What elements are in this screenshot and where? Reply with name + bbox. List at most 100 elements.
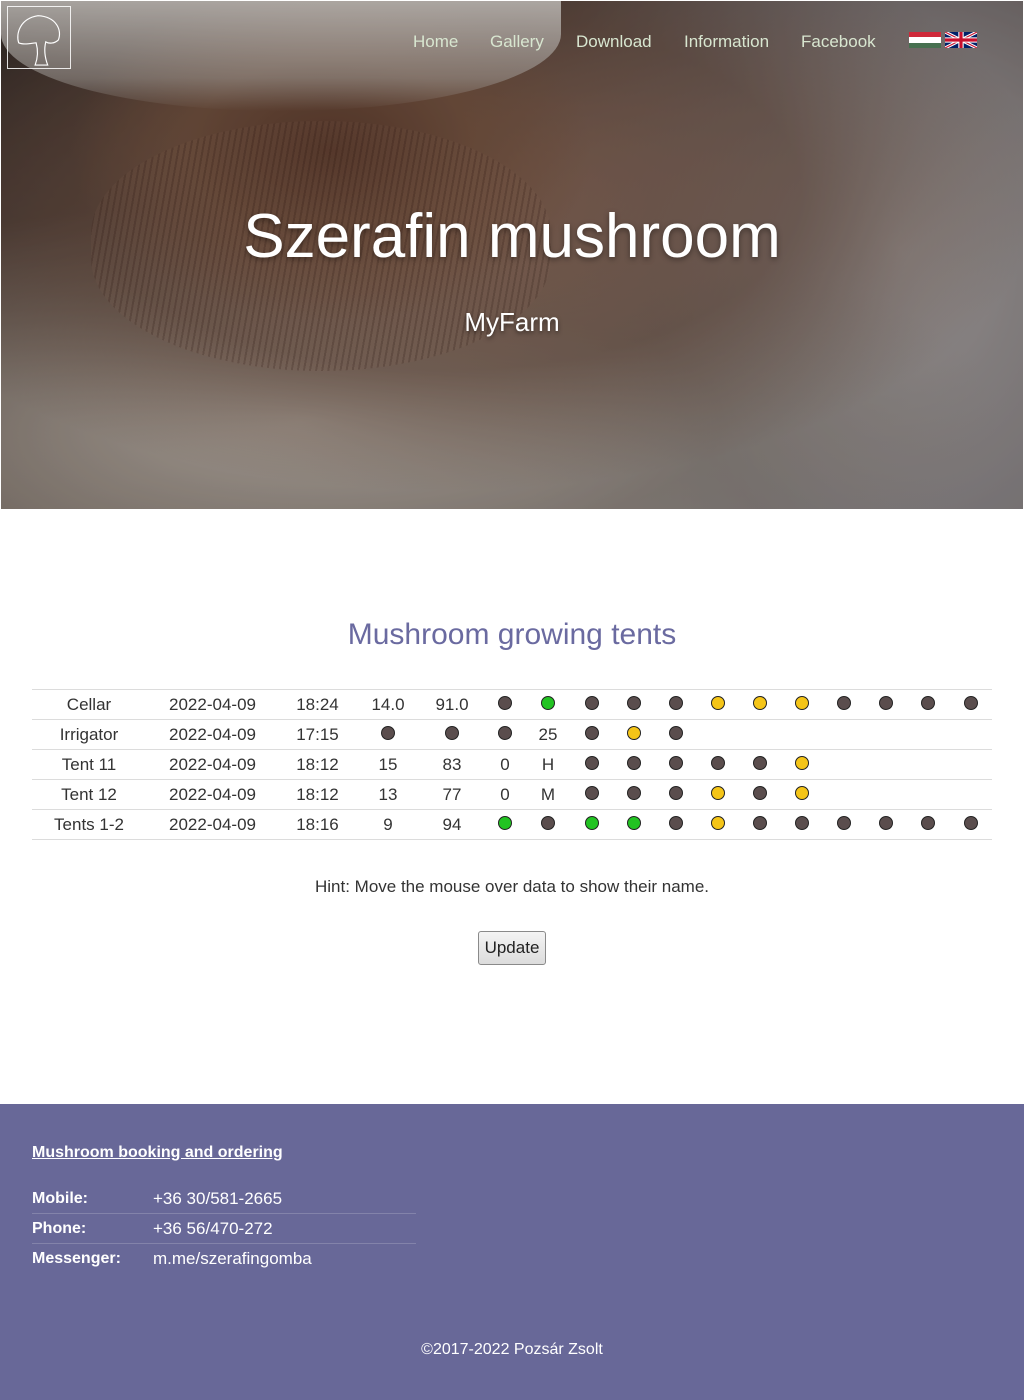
status-cell xyxy=(570,719,614,750)
value-cell[interactable]: 25 xyxy=(526,719,570,750)
cell-time: 18:16 xyxy=(279,809,356,840)
status-dot-dark-icon[interactable] xyxy=(795,816,809,831)
status-dot-dark-icon[interactable] xyxy=(627,756,641,771)
status-dot-green-icon[interactable] xyxy=(585,816,599,831)
status-dot-dark-icon[interactable] xyxy=(585,726,599,741)
status-cell xyxy=(614,749,654,780)
status-dot-yellow-icon[interactable] xyxy=(711,816,725,831)
status-dot-dark-icon[interactable] xyxy=(585,786,599,801)
table-row: Irrigator 2022-04-09 17:15 25 xyxy=(32,719,992,750)
status-dot-yellow-icon[interactable] xyxy=(711,786,725,801)
value-cell xyxy=(906,779,950,810)
nav-gallery-link[interactable]: Gallery xyxy=(490,32,544,52)
status-dot-dark-icon[interactable] xyxy=(627,786,641,801)
status-dot-dark-icon[interactable] xyxy=(921,816,935,831)
status-dot-dark-icon[interactable] xyxy=(669,816,683,831)
copyright-text: ©2017-2022 Pozsár Zsolt xyxy=(421,1341,603,1358)
status-dot-dark-icon[interactable] xyxy=(837,696,851,711)
value-cell xyxy=(906,719,950,750)
status-dot-dark-icon[interactable] xyxy=(498,726,512,741)
contact-table: Mobile: +36 30/581-2665 Phone: +36 56/47… xyxy=(32,1184,416,1273)
status-dot-yellow-icon[interactable] xyxy=(627,726,641,741)
status-cell xyxy=(570,779,614,810)
hint-text: Hint: Move the mouse over data to show t… xyxy=(314,877,710,896)
value-cell[interactable]: H xyxy=(526,749,570,780)
cell-time: 17:15 xyxy=(279,719,356,750)
status-dot-yellow-icon[interactable] xyxy=(795,756,809,771)
cell-time: 18:12 xyxy=(279,779,356,810)
status-dot-green-icon[interactable] xyxy=(627,816,641,831)
hungarian-flag-icon[interactable] xyxy=(909,32,941,48)
status-dot-dark-icon[interactable] xyxy=(879,816,893,831)
cell-name: Tent 11 xyxy=(32,749,146,780)
status-dot-dark-icon[interactable] xyxy=(585,696,599,711)
value-cell[interactable]: 83 xyxy=(420,749,484,780)
nav-home-link[interactable]: Home xyxy=(413,32,458,52)
update-button[interactable]: Update xyxy=(478,931,546,965)
status-dot-dark-icon[interactable] xyxy=(669,786,683,801)
status-dot-yellow-icon[interactable] xyxy=(795,696,809,711)
section-title: Mushroom growing tents xyxy=(347,618,677,651)
booking-heading-link[interactable]: Mushroom booking and ordering xyxy=(32,1144,283,1162)
status-dot-dark-icon[interactable] xyxy=(541,816,555,831)
status-dot-dark-icon[interactable] xyxy=(837,816,851,831)
contact-row-messenger: Messenger: m.me/szerafingomba xyxy=(32,1243,416,1273)
main-nav: Home Gallery Download Information Facebo… xyxy=(1,32,1023,54)
value-cell[interactable]: 9 xyxy=(356,809,420,840)
status-dot-dark-icon[interactable] xyxy=(585,756,599,771)
status-dot-dark-icon[interactable] xyxy=(753,786,767,801)
contact-value[interactable]: +36 30/581-2665 xyxy=(153,1184,416,1214)
tents-table: Cellar 2022-04-09 18:24 14.0 91.0 Irrigator 20… xyxy=(32,689,992,840)
contact-value[interactable]: +36 56/470-272 xyxy=(153,1213,416,1244)
value-cell xyxy=(822,779,866,810)
table-row: Tents 1-2 2022-04-09 18:16 9 94 xyxy=(32,809,992,840)
status-cell xyxy=(782,689,822,720)
nav-download-link[interactable]: Download xyxy=(576,32,652,52)
value-cell[interactable]: 94 xyxy=(420,809,484,840)
value-cell[interactable]: 13 xyxy=(356,779,420,810)
status-cell xyxy=(698,809,738,840)
status-dot-dark-icon[interactable] xyxy=(669,696,683,711)
status-dot-green-icon[interactable] xyxy=(498,816,512,831)
hero-banner: Home Gallery Download Information Facebo… xyxy=(1,1,1023,509)
status-dot-dark-icon[interactable] xyxy=(498,696,512,711)
nav-facebook-link[interactable]: Facebook xyxy=(801,32,876,52)
uk-flag-icon[interactable] xyxy=(944,30,978,50)
status-cell xyxy=(822,689,866,720)
status-dot-dark-icon[interactable] xyxy=(964,816,978,831)
status-dot-dark-icon[interactable] xyxy=(669,756,683,771)
value-cell[interactable]: 0 xyxy=(484,749,526,780)
status-cell xyxy=(782,809,822,840)
value-cell[interactable]: 91.0 xyxy=(420,689,484,720)
status-dot-dark-icon[interactable] xyxy=(964,696,978,711)
status-dot-green-icon[interactable] xyxy=(541,696,555,711)
value-cell[interactable]: 15 xyxy=(356,749,420,780)
value-cell[interactable]: 0 xyxy=(484,779,526,810)
status-dot-dark-icon[interactable] xyxy=(711,756,725,771)
value-cell[interactable]: 14.0 xyxy=(356,689,420,720)
cell-date: 2022-04-09 xyxy=(146,719,279,750)
status-dot-yellow-icon[interactable] xyxy=(711,696,725,711)
value-cell xyxy=(866,779,906,810)
status-dot-dark-icon[interactable] xyxy=(627,696,641,711)
status-dot-yellow-icon[interactable] xyxy=(753,696,767,711)
status-dot-dark-icon[interactable] xyxy=(921,696,935,711)
status-dot-dark-icon[interactable] xyxy=(445,726,459,741)
status-dot-dark-icon[interactable] xyxy=(753,816,767,831)
value-cell xyxy=(866,719,906,750)
nav-information-link[interactable]: Information xyxy=(684,32,769,52)
status-dot-yellow-icon[interactable] xyxy=(795,786,809,801)
status-cell xyxy=(950,809,992,840)
cell-date: 2022-04-09 xyxy=(146,779,279,810)
status-dot-dark-icon[interactable] xyxy=(753,756,767,771)
status-cell xyxy=(698,749,738,780)
value-cell[interactable]: 77 xyxy=(420,779,484,810)
status-cell xyxy=(654,809,698,840)
value-cell xyxy=(698,719,738,750)
status-dot-dark-icon[interactable] xyxy=(381,726,395,741)
status-dot-dark-icon[interactable] xyxy=(669,726,683,741)
status-dot-dark-icon[interactable] xyxy=(879,696,893,711)
value-cell xyxy=(950,719,992,750)
contact-value[interactable]: m.me/szerafingomba xyxy=(153,1243,416,1273)
value-cell[interactable]: M xyxy=(526,779,570,810)
